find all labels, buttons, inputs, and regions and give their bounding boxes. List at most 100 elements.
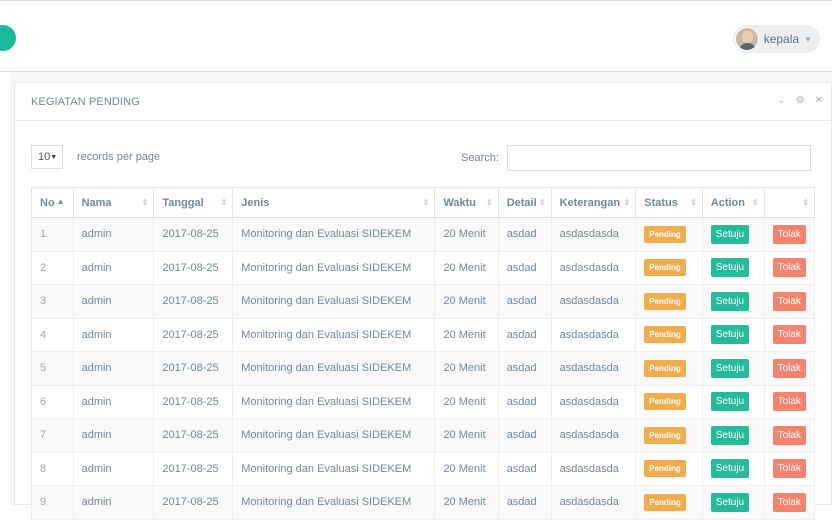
tolak-button[interactable]: Tolak xyxy=(772,492,806,512)
cell-tanggal: 2017-08-25 xyxy=(153,250,234,285)
cell-waktu: 20 Menit xyxy=(434,284,499,319)
column-header-action[interactable]: Action ⇕ xyxy=(701,187,765,218)
panel-title: KEGIATAN PENDING xyxy=(31,96,140,108)
cell-status: Pending xyxy=(635,284,703,319)
cell-tanggal: 2017-08-25 xyxy=(153,317,234,352)
cell-no: 5 xyxy=(31,351,74,386)
cell-reject: Tolak xyxy=(763,485,816,520)
cell-reject: Tolak xyxy=(763,250,816,285)
cell-reject: Tolak xyxy=(763,317,816,352)
kegiatan-pending-panel: KEGIATAN PENDING ⌄ ⚙ ✕ 10 ▼ records per … xyxy=(14,82,832,520)
cell-nama: admin xyxy=(72,317,155,352)
table-row: 9 admin 2017-08-25 Monitoring dan Evaluasi … xyxy=(31,485,816,520)
cell-nama: admin xyxy=(72,485,155,520)
cell-nama: admin xyxy=(72,284,155,319)
records-per-page-select[interactable]: 10 ▼ xyxy=(31,145,63,169)
cell-action: Setuju xyxy=(701,217,765,252)
cell-waktu: 20 Menit xyxy=(434,485,499,520)
setuju-button[interactable]: Setuju xyxy=(710,459,750,479)
cell-waktu: 20 Menit xyxy=(434,418,499,453)
setuju-button[interactable]: Setuju xyxy=(710,224,750,244)
cell-action: Setuju xyxy=(701,284,765,319)
tolak-button[interactable]: Tolak xyxy=(772,291,806,311)
table-row: 4 admin 2017-08-25 Monitoring dan Evaluasi … xyxy=(31,317,816,352)
column-header-nama[interactable]: Nama ⇕ xyxy=(72,187,155,218)
search-input[interactable] xyxy=(506,145,811,171)
setuju-button[interactable]: Setuju xyxy=(710,425,750,445)
setuju-button[interactable]: Setuju xyxy=(710,291,750,311)
records-label: records per page xyxy=(77,151,161,163)
cell-reject: Tolak xyxy=(763,351,816,386)
tolak-button[interactable]: Tolak xyxy=(772,425,806,445)
cell-keterangan: asdasdasda xyxy=(550,384,637,419)
column-header-extra[interactable]: ⇕ xyxy=(763,187,816,218)
cell-detail: asdad xyxy=(497,351,552,386)
table-body: 1 admin 2017-08-25 Monitoring dan Evaluasi … xyxy=(31,217,816,520)
column-header-no[interactable]: No ▲ xyxy=(31,187,74,218)
cell-jenis: Monitoring dan Evaluasi SIDEKEM xyxy=(232,418,436,453)
column-header-detail[interactable]: Detail ⇕ xyxy=(497,187,552,218)
cell-jenis: Monitoring dan Evaluasi SIDEKEM xyxy=(232,250,436,285)
status-badge: Pending xyxy=(644,225,686,243)
chevron-down-icon: ▼ xyxy=(804,34,812,44)
cell-reject: Tolak xyxy=(763,384,816,419)
cell-jenis: Monitoring dan Evaluasi SIDEKEM xyxy=(232,351,436,386)
setuju-button[interactable]: Setuju xyxy=(710,492,750,512)
sort-asc-icon: ▲ xyxy=(56,196,65,206)
cell-keterangan: asdasdasda xyxy=(550,451,637,486)
cell-detail: asdad xyxy=(497,317,552,352)
cell-reject: Tolak xyxy=(763,217,816,252)
status-badge: Pending xyxy=(644,259,686,277)
cell-waktu: 20 Menit xyxy=(434,451,499,486)
table-row: 1 admin 2017-08-25 Monitoring dan Evaluasi … xyxy=(31,217,816,252)
setuju-button[interactable]: Setuju xyxy=(710,392,750,412)
setuju-button[interactable]: Setuju xyxy=(710,325,750,345)
cell-keterangan: asdasdasda xyxy=(550,284,637,319)
tolak-button[interactable]: Tolak xyxy=(772,392,806,412)
cell-status: Pending xyxy=(635,384,703,419)
cell-no: 7 xyxy=(31,418,74,453)
cell-no: 9 xyxy=(31,485,74,520)
cell-jenis: Monitoring dan Evaluasi SIDEKEM xyxy=(232,317,436,352)
menu-toggle-icon[interactable] xyxy=(0,25,16,51)
table-header-row: No ▲ Nama ⇕ Tanggal ⇕ Jenis ⇕ Waktu ⇕ Detail ⇕… xyxy=(31,187,816,218)
cell-nama: admin xyxy=(72,250,155,285)
tolak-button[interactable]: Tolak xyxy=(772,358,806,378)
cell-detail: asdad xyxy=(497,384,552,419)
tolak-button[interactable]: Tolak xyxy=(772,224,806,244)
cell-tanggal: 2017-08-25 xyxy=(153,451,234,486)
cell-action: Setuju xyxy=(701,418,765,453)
cell-jenis: Monitoring dan Evaluasi SIDEKEM xyxy=(232,485,436,520)
status-badge: Pending xyxy=(644,326,686,344)
collapse-icon[interactable]: ⌄ xyxy=(777,95,785,106)
column-header-waktu[interactable]: Waktu ⇕ xyxy=(434,187,499,218)
cell-jenis: Monitoring dan Evaluasi SIDEKEM xyxy=(232,451,436,486)
column-header-jenis[interactable]: Jenis ⇕ xyxy=(232,187,436,218)
user-name: kepala xyxy=(763,32,800,46)
user-profile-dropdown[interactable]: kepala ▼ xyxy=(732,25,820,53)
column-header-keterangan[interactable]: Keterangan ⇕ xyxy=(550,187,637,218)
close-icon[interactable]: ✕ xyxy=(815,95,823,106)
cell-detail: asdad xyxy=(497,485,552,520)
cell-nama: admin xyxy=(72,384,155,419)
user-avatar-icon xyxy=(734,27,759,51)
sort-icon: ⇕ xyxy=(802,198,809,207)
status-badge: Pending xyxy=(644,426,686,444)
cell-no: 3 xyxy=(31,284,74,319)
column-header-tanggal[interactable]: Tanggal ⇕ xyxy=(153,187,234,218)
setuju-button[interactable]: Setuju xyxy=(710,258,750,278)
cell-tanggal: 2017-08-25 xyxy=(153,384,234,419)
status-badge: Pending xyxy=(644,292,686,310)
tolak-button[interactable]: Tolak xyxy=(772,258,806,278)
gear-icon[interactable]: ⚙ xyxy=(796,95,805,106)
setuju-button[interactable]: Setuju xyxy=(710,358,750,378)
sort-icon: ⇕ xyxy=(690,198,697,207)
tolak-button[interactable]: Tolak xyxy=(772,459,806,479)
cell-no: 4 xyxy=(31,317,74,352)
cell-action: Setuju xyxy=(701,317,765,352)
tolak-button[interactable]: Tolak xyxy=(772,325,806,345)
cell-waktu: 20 Menit xyxy=(434,384,499,419)
cell-tanggal: 2017-08-25 xyxy=(153,217,234,252)
cell-keterangan: asdasdasda xyxy=(550,250,637,285)
column-header-status[interactable]: Status ⇕ xyxy=(635,187,703,218)
